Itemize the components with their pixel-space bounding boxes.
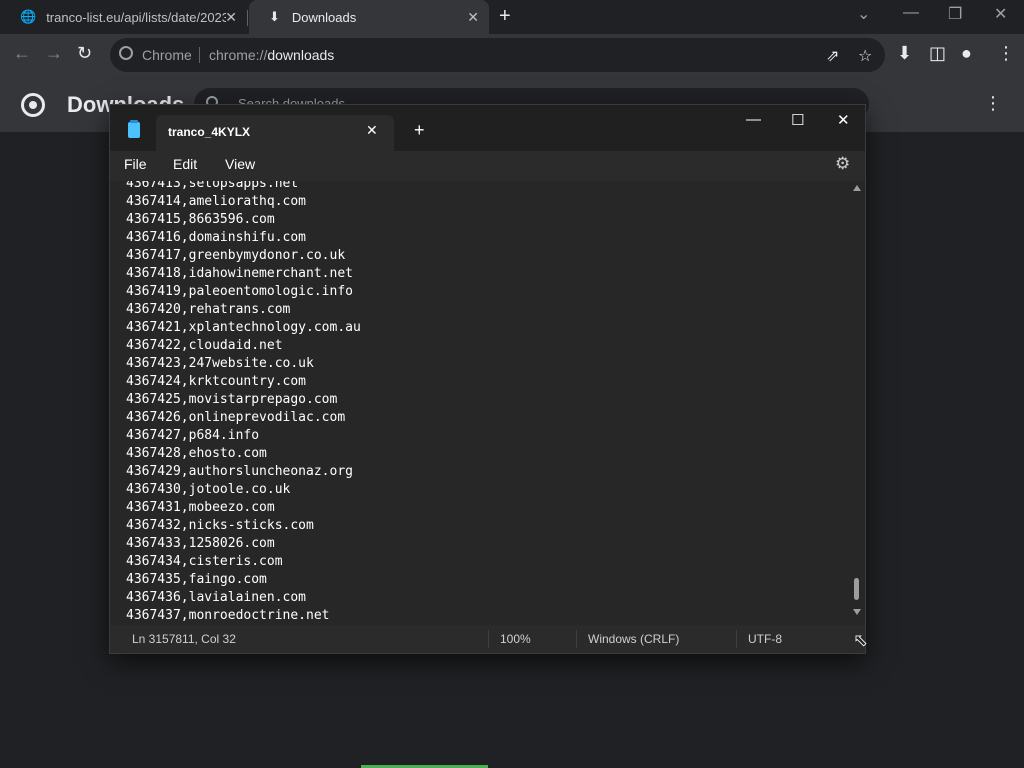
profile-icon[interactable]: ●: [961, 43, 972, 64]
text-line: 4367430,jotoole.co.uk: [126, 482, 291, 497]
browser-tab-tranco[interactable]: 🌐 tranco-list.eu/api/lists/date/2023 ✕: [0, 0, 247, 34]
text-line: 4367432,nicks-sticks.com: [126, 518, 314, 533]
text-lines: 4367413,setopsapps.net 4367414,ameliorath…: [126, 181, 361, 625]
mouse-cursor-icon: ⬁: [853, 630, 869, 650]
bookmark-star-icon[interactable]: ☆: [858, 46, 872, 66]
notepad-close-button[interactable]: ✕: [837, 111, 850, 129]
new-tab-button[interactable]: +: [499, 5, 511, 28]
text-line: 4367425,movistarprepago.com: [126, 392, 338, 407]
scrollbar-thumb[interactable]: [854, 578, 859, 600]
notepad-file-tab[interactable]: tranco_4KYLX ✕: [156, 115, 394, 151]
tab-title: Downloads: [291, 9, 357, 25]
address-bar[interactable]: Chrome chrome://downloads ⇗ ☆: [110, 38, 885, 72]
side-panel-icon[interactable]: ◫: [929, 43, 946, 64]
notepad-maximize-button[interactable]: ☐: [791, 111, 804, 129]
menu-edit[interactable]: Edit: [173, 156, 197, 172]
cursor-position: Ln 3157811, Col 32: [132, 632, 236, 646]
address-chip: Chrome: [142, 47, 192, 63]
chrome-menu-icon[interactable]: ⋮: [997, 43, 1015, 64]
zoom-level: 100%: [500, 632, 531, 646]
notepad-titlebar[interactable]: tranco_4KYLX ✕ + — ☐ ✕: [110, 105, 865, 151]
close-tab-icon[interactable]: ✕: [366, 122, 378, 139]
browser-tab-strip: 🌐 tranco-list.eu/api/lists/date/2023 ✕ ⬇…: [0, 0, 1024, 34]
notepad-statusbar: Ln 3157811, Col 32 100% Windows (CRLF) U…: [110, 625, 865, 653]
address-divider: [199, 47, 200, 63]
text-line: 4367436,lavialainen.com: [126, 590, 307, 605]
status-separator: [488, 630, 489, 648]
notepad-app-icon: [128, 120, 140, 138]
notepad-minimize-button[interactable]: —: [746, 111, 761, 128]
close-tab-icon[interactable]: ✕: [467, 9, 479, 26]
chrome-site-icon: [119, 46, 133, 60]
more-options-icon[interactable]: ⋮: [984, 93, 1002, 114]
text-line: 4367431,mobeezo.com: [126, 500, 275, 515]
text-line: 4367435,faingo.com: [126, 572, 267, 587]
text-line: 4367434,cisteris.com: [126, 554, 283, 569]
tab-search-icon[interactable]: ⌄: [857, 4, 870, 24]
text-line: 4367421,xplantechnology.com.au: [126, 320, 361, 335]
vertical-scrollbar[interactable]: [850, 185, 864, 623]
text-line: 4367415,8663596.com: [126, 212, 275, 227]
text-line: 4367429,authorsluncheonaz.org: [126, 464, 353, 479]
text-line: 4367418,idahowinemerchant.net: [126, 266, 353, 281]
scroll-up-arrow-icon[interactable]: [853, 185, 861, 191]
text-line: 4367422,cloudaid.net: [126, 338, 283, 353]
back-button[interactable]: ←: [13, 43, 31, 64]
text-line: 4367424,krktcountry.com: [126, 374, 307, 389]
encoding: UTF-8: [748, 632, 782, 646]
text-line: 4367428,ehosto.com: [126, 446, 267, 461]
status-separator: [736, 630, 737, 648]
downloads-button[interactable]: ⬇: [897, 43, 912, 64]
tab-title: tranco-list.eu/api/lists/date/2023: [46, 9, 227, 25]
text-line: 4367437,monroedoctrine.net: [126, 608, 330, 623]
menu-view[interactable]: View: [225, 156, 255, 172]
download-icon: ⬇: [269, 9, 280, 24]
text-line: 4367414,ameliorathq.com: [126, 194, 307, 209]
restore-window-button[interactable]: ❐: [948, 4, 962, 24]
scroll-down-arrow-icon[interactable]: [853, 609, 861, 615]
tab-separator: [247, 10, 248, 26]
forward-button[interactable]: →: [45, 43, 63, 64]
reload-button[interactable]: ↻: [77, 43, 92, 64]
text-line: 4367426,onlineprevodilac.com: [126, 410, 346, 425]
notepad-new-tab-button[interactable]: +: [414, 120, 425, 141]
browser-toolbar: ← → ↻ Chrome chrome://downloads ⇗ ☆ ⬇ ◫ …: [0, 34, 1024, 76]
share-icon[interactable]: ⇗: [826, 46, 839, 66]
text-line: 4367417,greenbymydonor.co.uk: [126, 248, 346, 263]
notepad-window: tranco_4KYLX ✕ + — ☐ ✕ File Edit View ⚙ …: [109, 104, 866, 654]
text-line: 4367423,247website.co.uk: [126, 356, 314, 371]
status-separator: [576, 630, 577, 648]
notepad-menubar: File Edit View ⚙: [110, 151, 865, 181]
text-line: 4367419,paleoentomologic.info: [126, 284, 353, 299]
menu-file[interactable]: File: [124, 156, 147, 172]
notepad-tab-title: tranco_4KYLX: [168, 125, 251, 139]
address-url[interactable]: chrome://downloads: [209, 47, 334, 63]
text-line: 4367420,rehatrans.com: [126, 302, 291, 317]
globe-icon: 🌐: [20, 9, 37, 24]
chrome-logo-icon: [21, 93, 45, 117]
notepad-text-area[interactable]: 4367413,setopsapps.net 4367414,ameliorath…: [110, 181, 865, 625]
text-line: 4367413,setopsapps.net: [126, 181, 299, 191]
close-tab-icon[interactable]: ✕: [225, 9, 237, 26]
text-line: 4367433,1258026.com: [126, 536, 275, 551]
browser-tab-downloads[interactable]: ⬇ Downloads ✕: [249, 0, 489, 34]
text-line: 4367416,domainshifu.com: [126, 230, 307, 245]
line-ending: Windows (CRLF): [588, 632, 680, 646]
minimize-window-button[interactable]: —: [903, 4, 919, 22]
settings-gear-icon[interactable]: ⚙: [835, 154, 850, 174]
close-window-button[interactable]: ✕: [994, 4, 1007, 24]
text-line: 4367427,p684.info: [126, 428, 260, 443]
